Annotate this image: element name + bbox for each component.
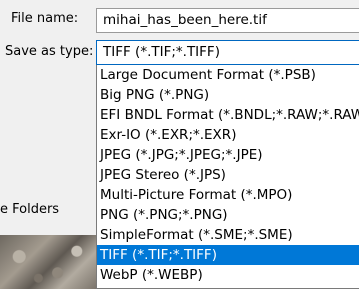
file-type-option[interactable]: EFI BNDL Format (*.BNDL;*.RAW;*.RAW) — [97, 105, 359, 125]
save-as-type-label: Save as type: — [5, 44, 94, 59]
file-type-option[interactable]: JPEG (*.JPG;*.JPEG;*.JPE) — [97, 145, 359, 165]
file-type-option[interactable]: SimpleFormat (*.SME;*.SME) — [97, 225, 359, 245]
file-name-input[interactable]: mihai_has_been_here.tif — [96, 8, 359, 33]
file-type-option[interactable]: JPEG Stereo (*.JPS) — [97, 165, 359, 185]
file-type-option[interactable]: Exr-IO (*.EXR;*.EXR) — [97, 125, 359, 145]
hide-folders-label[interactable]: e Folders — [0, 202, 59, 217]
save-as-type-dropdown[interactable]: TIFF (*.TIF;*.TIFF) — [96, 40, 359, 65]
folder-preview-image — [0, 235, 96, 289]
file-type-option[interactable]: Multi-Picture Format (*.MPO) — [97, 185, 359, 205]
file-type-dropdown-list: Large Document Format (*.PSB) Big PNG (*… — [96, 65, 359, 289]
file-type-option[interactable]: Large Document Format (*.PSB) — [97, 65, 359, 85]
file-type-option[interactable]: PNG (*.PNG;*.PNG) — [97, 205, 359, 225]
file-type-option[interactable]: Big PNG (*.PNG) — [97, 85, 359, 105]
file-type-option-highlighted[interactable]: TIFF (*.TIF;*.TIFF) — [97, 245, 359, 265]
file-type-option[interactable]: WebP (*.WEBP) — [97, 265, 359, 285]
file-name-label: File name: — [11, 11, 79, 26]
